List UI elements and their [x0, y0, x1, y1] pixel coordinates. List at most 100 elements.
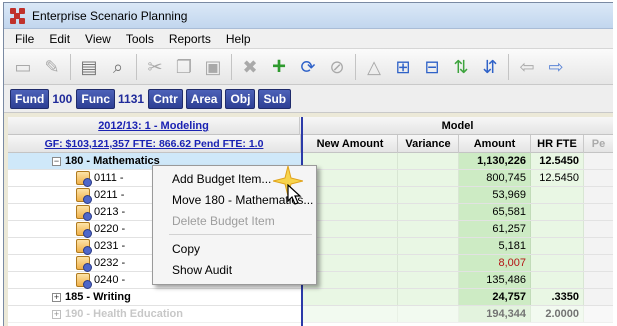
row-label: 0240 - — [94, 274, 126, 286]
obj-button[interactable]: Obj — [225, 88, 256, 109]
table-row[interactable]: +190 - Health Education 194,344 2.0000 — [8, 306, 613, 323]
amount-cell: 135,486 — [459, 272, 531, 288]
sub-button[interactable]: Sub — [258, 88, 292, 109]
amount-header[interactable]: Amount — [459, 135, 531, 153]
grid-header-top: 2012/13: 1 - Modeling Model — [8, 117, 613, 135]
menu-edit[interactable]: Edit — [42, 32, 78, 46]
fte-cell — [531, 221, 584, 237]
amount-cell: 53,969 — [459, 187, 531, 203]
budget-item-icon — [76, 239, 92, 255]
amount-cell: 5,181 — [459, 238, 531, 254]
fte-cell — [531, 238, 584, 254]
summary-link[interactable]: GF: $103,121,357 FTE: 866.62 Pend FTE: 1… — [8, 135, 301, 153]
func-value: 1131 — [118, 91, 145, 106]
sort-up-icon[interactable]: ⇅ — [448, 54, 474, 80]
menu-tools[interactable]: Tools — [119, 32, 162, 46]
grid-header-columns: GF: $103,121,357 FTE: 866.62 Pend FTE: 1… — [8, 135, 613, 153]
fte-cell: .3350 — [531, 289, 584, 305]
row-label: 0231 - — [94, 240, 126, 252]
delete-budget-item-menu-item: Delete Budget Item — [172, 213, 275, 228]
paste-icon[interactable]: ▣ — [200, 54, 226, 80]
budget-item-icon — [76, 222, 92, 238]
copy-icon[interactable]: ❐ — [171, 54, 197, 80]
toolbar-separator — [508, 53, 509, 80]
menu-view[interactable]: View — [78, 32, 119, 46]
budget-item-icon — [76, 171, 92, 187]
amount-cell: 61,257 — [459, 221, 531, 237]
toolbar-separator — [136, 53, 137, 80]
print-preview-icon[interactable]: ⌕ — [105, 54, 131, 80]
fte-cell — [531, 272, 584, 288]
fte-cell: 2.0000 — [531, 306, 584, 322]
back-icon[interactable]: ⇦ — [514, 54, 540, 80]
row-label: 0220 - — [94, 223, 126, 235]
hr-fte-header[interactable]: HR FTE — [531, 135, 584, 153]
fte-cell — [531, 204, 584, 220]
collapse-node-icon[interactable]: − — [52, 156, 61, 166]
menu-bar: File Edit View Tools Reports Help — [4, 29, 613, 49]
budget-item-icon — [76, 256, 92, 272]
save-icon[interactable]: ▭ — [10, 54, 36, 80]
title-bar: Enterprise Scenario Planning — [4, 3, 613, 29]
amount-cell: 800,745 — [459, 170, 531, 186]
toolbar-separator — [355, 53, 356, 80]
amount-cell: 24,757 — [459, 289, 531, 305]
variance-header[interactable]: Variance — [398, 135, 459, 153]
menu-file[interactable]: File — [8, 32, 42, 46]
expand-node-icon[interactable]: + — [52, 292, 61, 302]
row-label: 180 - Mathematics — [65, 155, 160, 167]
expand-node-icon[interactable]: + — [52, 309, 61, 319]
new-amount-header[interactable]: New Amount — [303, 135, 398, 153]
pe-header[interactable]: Pe — [584, 135, 613, 153]
table-row[interactable]: +185 - Writing 24,757 .3350 — [8, 289, 613, 306]
row-label: 0213 - — [94, 206, 126, 218]
amount-cell: 194,344 — [459, 306, 531, 322]
budget-item-icon — [76, 188, 92, 204]
row-label: 0232 - — [94, 257, 126, 269]
row-label: 185 - Writing — [65, 291, 131, 303]
sort-down-icon[interactable]: ⇵ — [477, 54, 503, 80]
toolbar: ▭ ✎ ▤ ⌕ ✂ ❐ ▣ ✖ + ⟳ ⊘ △ ⊞ ⊟ ⇅ ⇵ ⇦ ⇨ — [4, 49, 613, 85]
mouse-cursor-icon — [287, 184, 302, 205]
toolbar-separator — [231, 53, 232, 80]
print-icon[interactable]: ▤ — [76, 54, 102, 80]
menu-help[interactable]: Help — [219, 32, 259, 46]
area-button[interactable]: Area — [185, 88, 223, 109]
fund-value: 100 — [52, 91, 73, 106]
add-icon[interactable]: + — [266, 54, 292, 80]
row-label: 190 - Health Education — [65, 308, 183, 320]
fte-cell: 12.5450 — [531, 170, 584, 186]
window-title: Enterprise Scenario Planning — [32, 8, 188, 23]
fund-button[interactable]: Fund — [10, 88, 50, 109]
row-label: 0111 - — [94, 172, 124, 184]
budget-item-icon — [76, 205, 92, 221]
model-header: Model — [441, 120, 474, 132]
toolbar-separator — [70, 53, 71, 80]
copy-menu-item[interactable]: Copy — [153, 238, 316, 259]
cancel-icon[interactable]: ⊘ — [324, 54, 350, 80]
budget-item-icon — [76, 273, 92, 289]
edit-document-icon[interactable]: ✎ — [39, 54, 65, 80]
collapse-icon[interactable]: ⊟ — [419, 54, 445, 80]
expand-icon[interactable]: ⊞ — [390, 54, 416, 80]
app-logo-icon — [10, 7, 26, 24]
cntr-button[interactable]: Cntr — [148, 88, 183, 109]
delete-icon[interactable]: ✖ — [237, 54, 263, 80]
amount-cell: 8,007 — [459, 255, 531, 271]
amount-cell: 65,581 — [459, 204, 531, 220]
cut-icon[interactable]: ✂ — [142, 54, 168, 80]
filter-bar: Fund 100 Func 1131 Cntr Area Obj Sub — [4, 85, 613, 113]
fte-cell — [531, 255, 584, 271]
forward-icon[interactable]: ⇨ — [543, 54, 569, 80]
fte-cell — [531, 187, 584, 203]
scenario-link[interactable]: 2012/13: 1 - Modeling — [8, 117, 301, 135]
menu-separator — [169, 234, 312, 235]
menu-reports[interactable]: Reports — [162, 32, 219, 46]
fte-cell: 12.5450 — [531, 153, 584, 169]
amount-cell: 1,130,226 — [459, 153, 531, 169]
refresh-icon[interactable]: ⟳ — [295, 54, 321, 80]
row-label: 0211 - — [94, 189, 125, 201]
budget-icon[interactable]: △ — [361, 54, 387, 80]
func-button[interactable]: Func — [76, 88, 116, 109]
show-audit-menu-item[interactable]: Show Audit — [153, 259, 316, 280]
